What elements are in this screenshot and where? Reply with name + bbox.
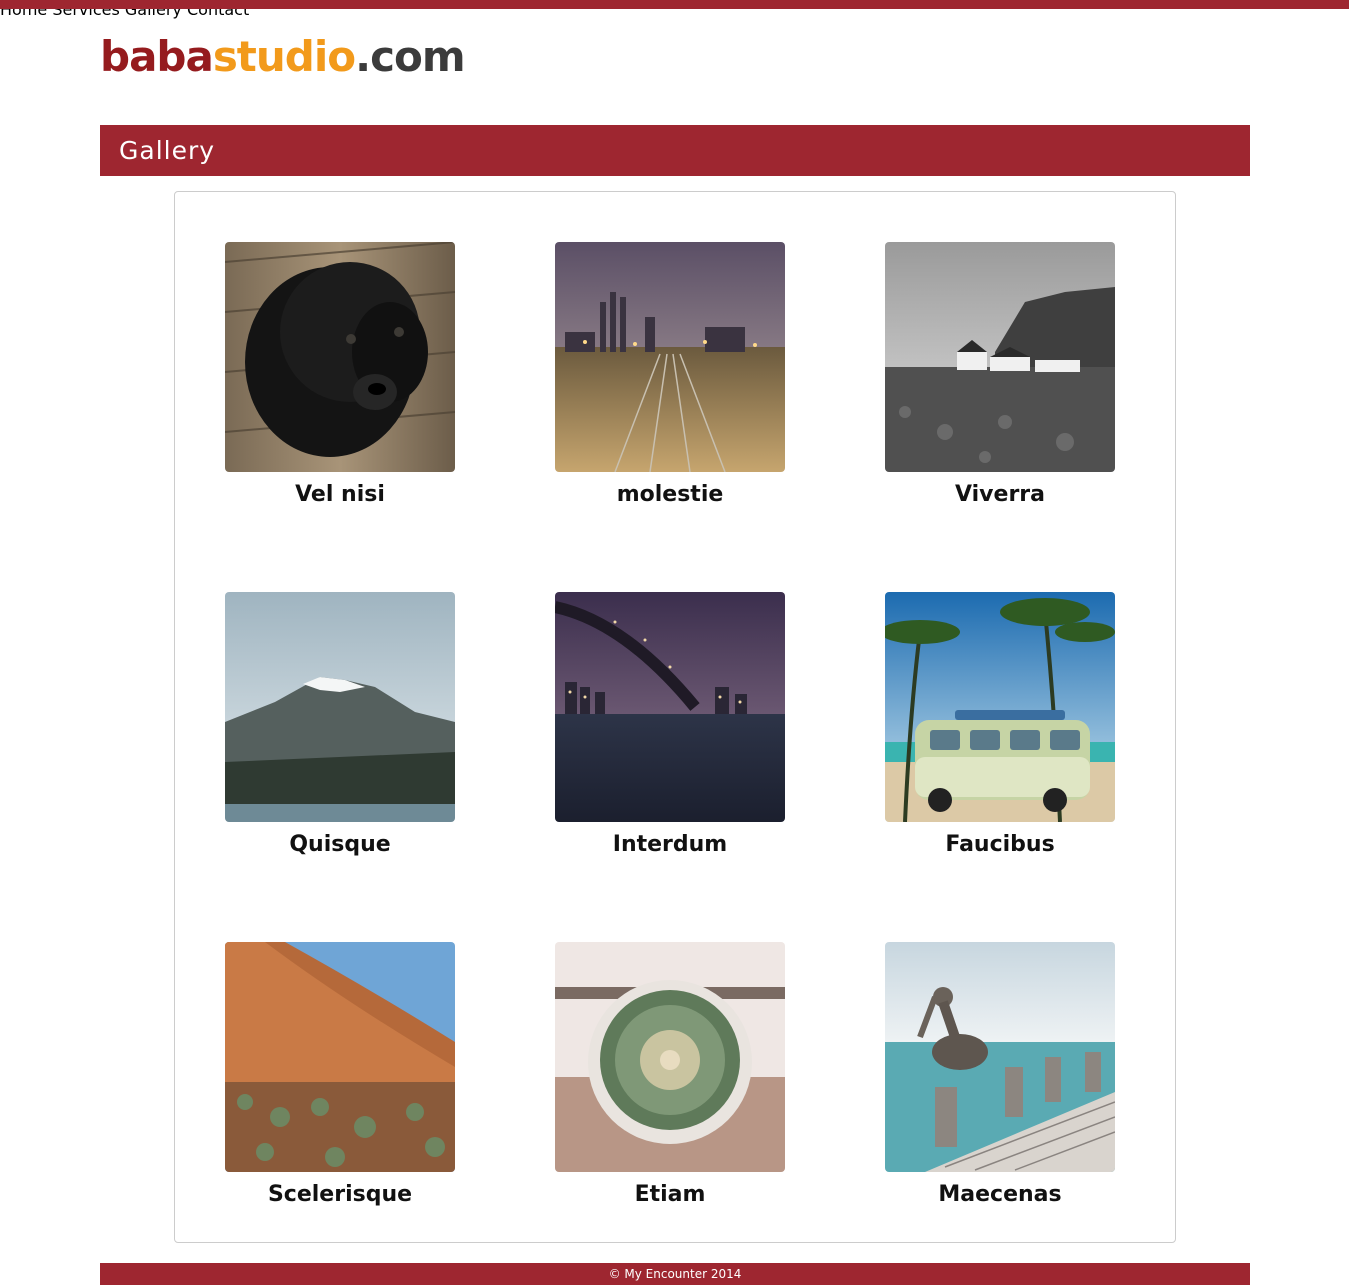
gallery-caption: Quisque [289, 832, 391, 857]
page-title: Gallery [119, 136, 216, 165]
logo-part-studio: studio [212, 32, 356, 81]
footer: © My Encounter 2014 [100, 1263, 1250, 1285]
gallery-item[interactable]: Etiam [555, 942, 785, 1222]
gallery-caption: Vel nisi [295, 482, 385, 507]
black-puppy-photo[interactable] [225, 242, 455, 472]
gallery-item[interactable]: Quisque [225, 592, 455, 872]
pelican-pier-photo[interactable] [885, 942, 1115, 1172]
gallery-item[interactable]: Vel nisi [225, 242, 455, 522]
gallery-caption: Maecenas [938, 1182, 1062, 1207]
gallery-caption: Faucibus [945, 832, 1055, 857]
page-title-bar: Gallery [100, 125, 1250, 176]
logo-part-baba: baba [100, 32, 214, 81]
gallery-caption: Viverra [955, 482, 1045, 507]
site-logo[interactable]: babastudio.com [100, 30, 466, 84]
gallery-item[interactable]: Maecenas [885, 942, 1115, 1222]
gallery-caption: Etiam [634, 1182, 706, 1207]
cactus-pot-photo[interactable] [555, 942, 785, 1172]
gallery-container: Vel nisi molestie Viverra Quisque Interd… [174, 191, 1176, 1243]
coastal-cliff-village-photo[interactable] [885, 242, 1115, 472]
red-rock-desert-photo[interactable] [225, 942, 455, 1172]
gallery-item[interactable]: Interdum [555, 592, 785, 872]
gallery-item[interactable]: Faucibus [885, 592, 1115, 872]
gallery-item[interactable]: Viverra [885, 242, 1115, 522]
vw-bus-palm-beach-photo[interactable] [885, 592, 1115, 822]
bridge-city-night-photo[interactable] [555, 592, 785, 822]
railway-tracks-night-photo[interactable] [555, 242, 785, 472]
gallery-caption: Scelerisque [267, 1182, 413, 1207]
gallery-item[interactable]: molestie [555, 242, 785, 522]
logo-part-com: .com [355, 32, 465, 81]
footer-copyright: © My Encounter 2014 [608, 1267, 742, 1281]
gallery-caption: molestie [616, 482, 724, 507]
snowy-mountain-photo[interactable] [225, 592, 455, 822]
gallery-item[interactable]: Scelerisque [225, 942, 455, 1222]
gallery-caption: Interdum [612, 832, 728, 857]
top-accent-bar [0, 0, 1349, 9]
